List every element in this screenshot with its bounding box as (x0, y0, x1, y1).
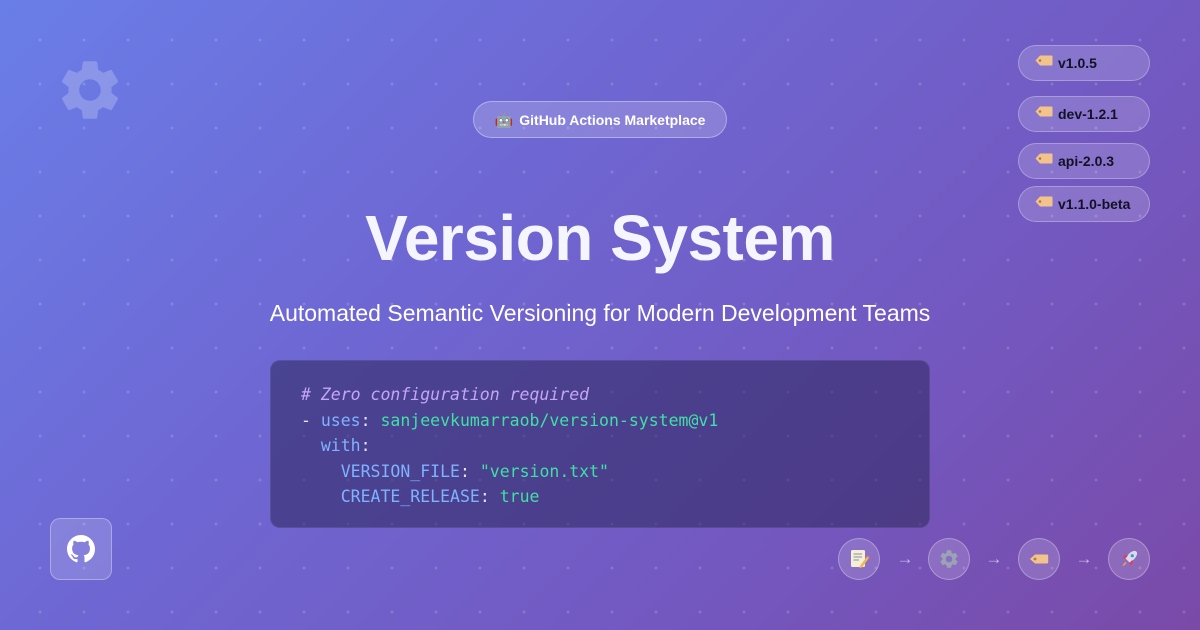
version-tag[interactable]: v1.1.0-beta (1018, 186, 1150, 222)
github-icon (67, 535, 95, 563)
tag-icon (1035, 106, 1053, 116)
code-line-with: with: (320, 436, 371, 456)
marketplace-badge[interactable]: 🤖 GitHub Actions Marketplace (473, 101, 727, 138)
code-line-comment: # Zero configuration required (301, 385, 590, 404)
workflow-arrow: → (985, 549, 1003, 568)
rocket-icon (1122, 550, 1138, 566)
tag-icon (1035, 153, 1053, 163)
gear-icon (940, 550, 958, 568)
memo-icon (851, 550, 870, 568)
version-tag[interactable]: api-2.0.3 (1018, 143, 1150, 179)
workflow-arrow: → (1075, 549, 1093, 568)
robot-icon: 🤖 (494, 111, 514, 129)
code-line-version-file: VERSION_FILE: "version.txt" (340, 461, 609, 481)
workflow-arrow: → (896, 549, 914, 568)
code-line-uses: - uses: sanjeevkumarraob/version-system@… (301, 410, 719, 430)
page-subtitle: Automated Semantic Versioning for Modern… (269, 300, 931, 326)
tag-icon (1030, 554, 1049, 564)
workflow-step-tag (1018, 538, 1060, 580)
tag-icon (1035, 55, 1053, 65)
version-tag[interactable]: v1.0.5 (1018, 45, 1150, 81)
workflow-step-release (1108, 538, 1150, 580)
workflow-step-edit (838, 538, 880, 580)
github-button[interactable] (50, 518, 112, 580)
marketplace-badge-label: GitHub Actions Marketplace (519, 111, 706, 128)
tag-icon (1035, 196, 1053, 206)
version-tag[interactable]: dev-1.2.1 (1018, 96, 1150, 132)
code-line-create-release: CREATE_RELEASE: true (340, 487, 540, 507)
version-tag-label: api-2.0.3 (1058, 153, 1115, 169)
gear-icon (54, 54, 126, 126)
version-tag-label: dev-1.2.1 (1058, 106, 1118, 122)
version-tag-label: v1.0.5 (1058, 55, 1097, 71)
version-tag-label: v1.1.0-beta (1058, 196, 1131, 212)
workflow-step-build (928, 538, 970, 580)
code-snippet: # Zero configuration required - uses: sa… (270, 360, 930, 528)
